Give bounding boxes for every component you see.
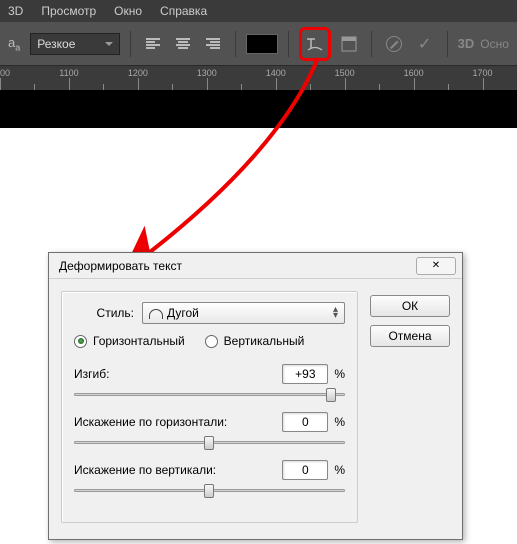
3d-button[interactable]: 3D xyxy=(458,36,475,51)
hdist-slider[interactable] xyxy=(74,434,345,452)
ruler-tick-label: 1200 xyxy=(128,68,148,78)
ruler-tick-label: 1300 xyxy=(197,68,217,78)
cancel-dialog-button[interactable]: Отмена xyxy=(370,325,450,347)
horizontal-ruler[interactable]: 1000 1100 1200 1300 1400 1500 1600 1700 xyxy=(0,66,517,92)
warp-text-dialog: Деформировать текст ✕ Стиль: Дугой ▴▾ Го… xyxy=(48,252,463,540)
separator xyxy=(447,31,448,57)
close-icon: ✕ xyxy=(432,260,440,271)
separator xyxy=(371,31,372,57)
menu-window[interactable]: Окно xyxy=(114,4,142,18)
vdist-slider[interactable] xyxy=(74,482,345,500)
antialiasing-select[interactable]: Резкое xyxy=(30,33,119,55)
ruler-tick-label: 1500 xyxy=(335,68,355,78)
style-value: Дугой xyxy=(167,306,199,320)
updown-caret-icon: ▴▾ xyxy=(333,307,338,319)
text-color-swatch[interactable] xyxy=(246,34,278,54)
ruler-tick-label: 1400 xyxy=(266,68,286,78)
ruler-tick-label: 1600 xyxy=(404,68,424,78)
hdist-input[interactable]: 0 xyxy=(282,412,328,432)
radio-dot-icon xyxy=(205,335,218,348)
cancel-icon xyxy=(386,36,402,52)
orientation-vertical-radio[interactable]: Вертикальный xyxy=(205,334,305,348)
menu-help[interactable]: Справка xyxy=(160,4,207,18)
separator xyxy=(235,31,236,57)
ruler-tick-label: 1700 xyxy=(473,68,493,78)
slider-thumb-icon xyxy=(204,436,214,450)
pasteboard xyxy=(0,92,517,128)
toolbar-trail: Осно xyxy=(480,37,509,51)
align-left-button[interactable] xyxy=(140,32,164,56)
menu-3d[interactable]: 3D xyxy=(8,4,23,18)
commit-button[interactable]: ✓ xyxy=(412,32,436,56)
bend-input[interactable]: +93 xyxy=(282,364,328,384)
percent-label: % xyxy=(334,463,345,477)
slider-thumb-icon xyxy=(326,388,336,402)
dropdown-caret-icon xyxy=(105,42,113,46)
ruler-tick-label: 1100 xyxy=(59,68,78,78)
separator xyxy=(130,31,131,57)
align-right-button[interactable] xyxy=(201,32,225,56)
ok-button[interactable]: ОК xyxy=(370,295,450,317)
align-left-icon xyxy=(146,38,160,50)
checkmark-icon: ✓ xyxy=(418,34,431,54)
dialog-titlebar[interactable]: Деформировать текст ✕ xyxy=(49,253,462,279)
vdist-input[interactable]: 0 xyxy=(282,460,328,480)
antialias-icon: aa xyxy=(8,35,20,53)
style-select[interactable]: Дугой ▴▾ xyxy=(142,302,345,324)
options-bar: aa Резкое ✓ 3D Осно xyxy=(0,22,517,66)
radio-dot-icon xyxy=(74,335,87,348)
style-label: Стиль: xyxy=(74,306,134,320)
menu-bar: 3D Просмотр Окно Справка xyxy=(0,0,517,22)
antialiasing-value: Резкое xyxy=(37,37,75,51)
vdist-label: Искажение по вертикали: xyxy=(74,463,216,477)
svg-text:djghjghifdhjdjgjdjjf: djghjghifdhjdjgjdjjf xyxy=(0,143,76,178)
separator xyxy=(288,31,289,57)
bend-label: Изгиб: xyxy=(74,367,109,381)
dialog-title: Деформировать текст xyxy=(55,259,182,273)
align-right-icon xyxy=(206,38,220,50)
orientation-horizontal-radio[interactable]: Горизонтальный xyxy=(74,334,185,348)
bend-slider[interactable] xyxy=(74,386,345,404)
align-center-button[interactable] xyxy=(171,32,195,56)
ruler-tick-label: 1000 xyxy=(0,68,10,78)
align-center-icon xyxy=(176,38,190,50)
slider-thumb-icon xyxy=(204,484,214,498)
orientation-horizontal-label: Горизонтальный xyxy=(93,334,185,348)
cancel-button[interactable] xyxy=(382,32,406,56)
menu-view[interactable]: Просмотр xyxy=(41,4,96,18)
panel-icon xyxy=(341,36,357,52)
dialog-close-button[interactable]: ✕ xyxy=(416,257,456,275)
arc-icon xyxy=(149,309,163,319)
hdist-label: Искажение по горизонтали: xyxy=(74,415,227,429)
character-panel-button[interactable] xyxy=(337,32,361,56)
orientation-vertical-label: Вертикальный xyxy=(224,334,305,348)
warp-text-button[interactable] xyxy=(299,27,331,61)
percent-label: % xyxy=(334,415,345,429)
warp-text-icon xyxy=(305,35,325,53)
dialog-options-group: Стиль: Дугой ▴▾ Горизонтальный Вертикаль… xyxy=(61,291,358,523)
percent-label: % xyxy=(334,367,345,381)
